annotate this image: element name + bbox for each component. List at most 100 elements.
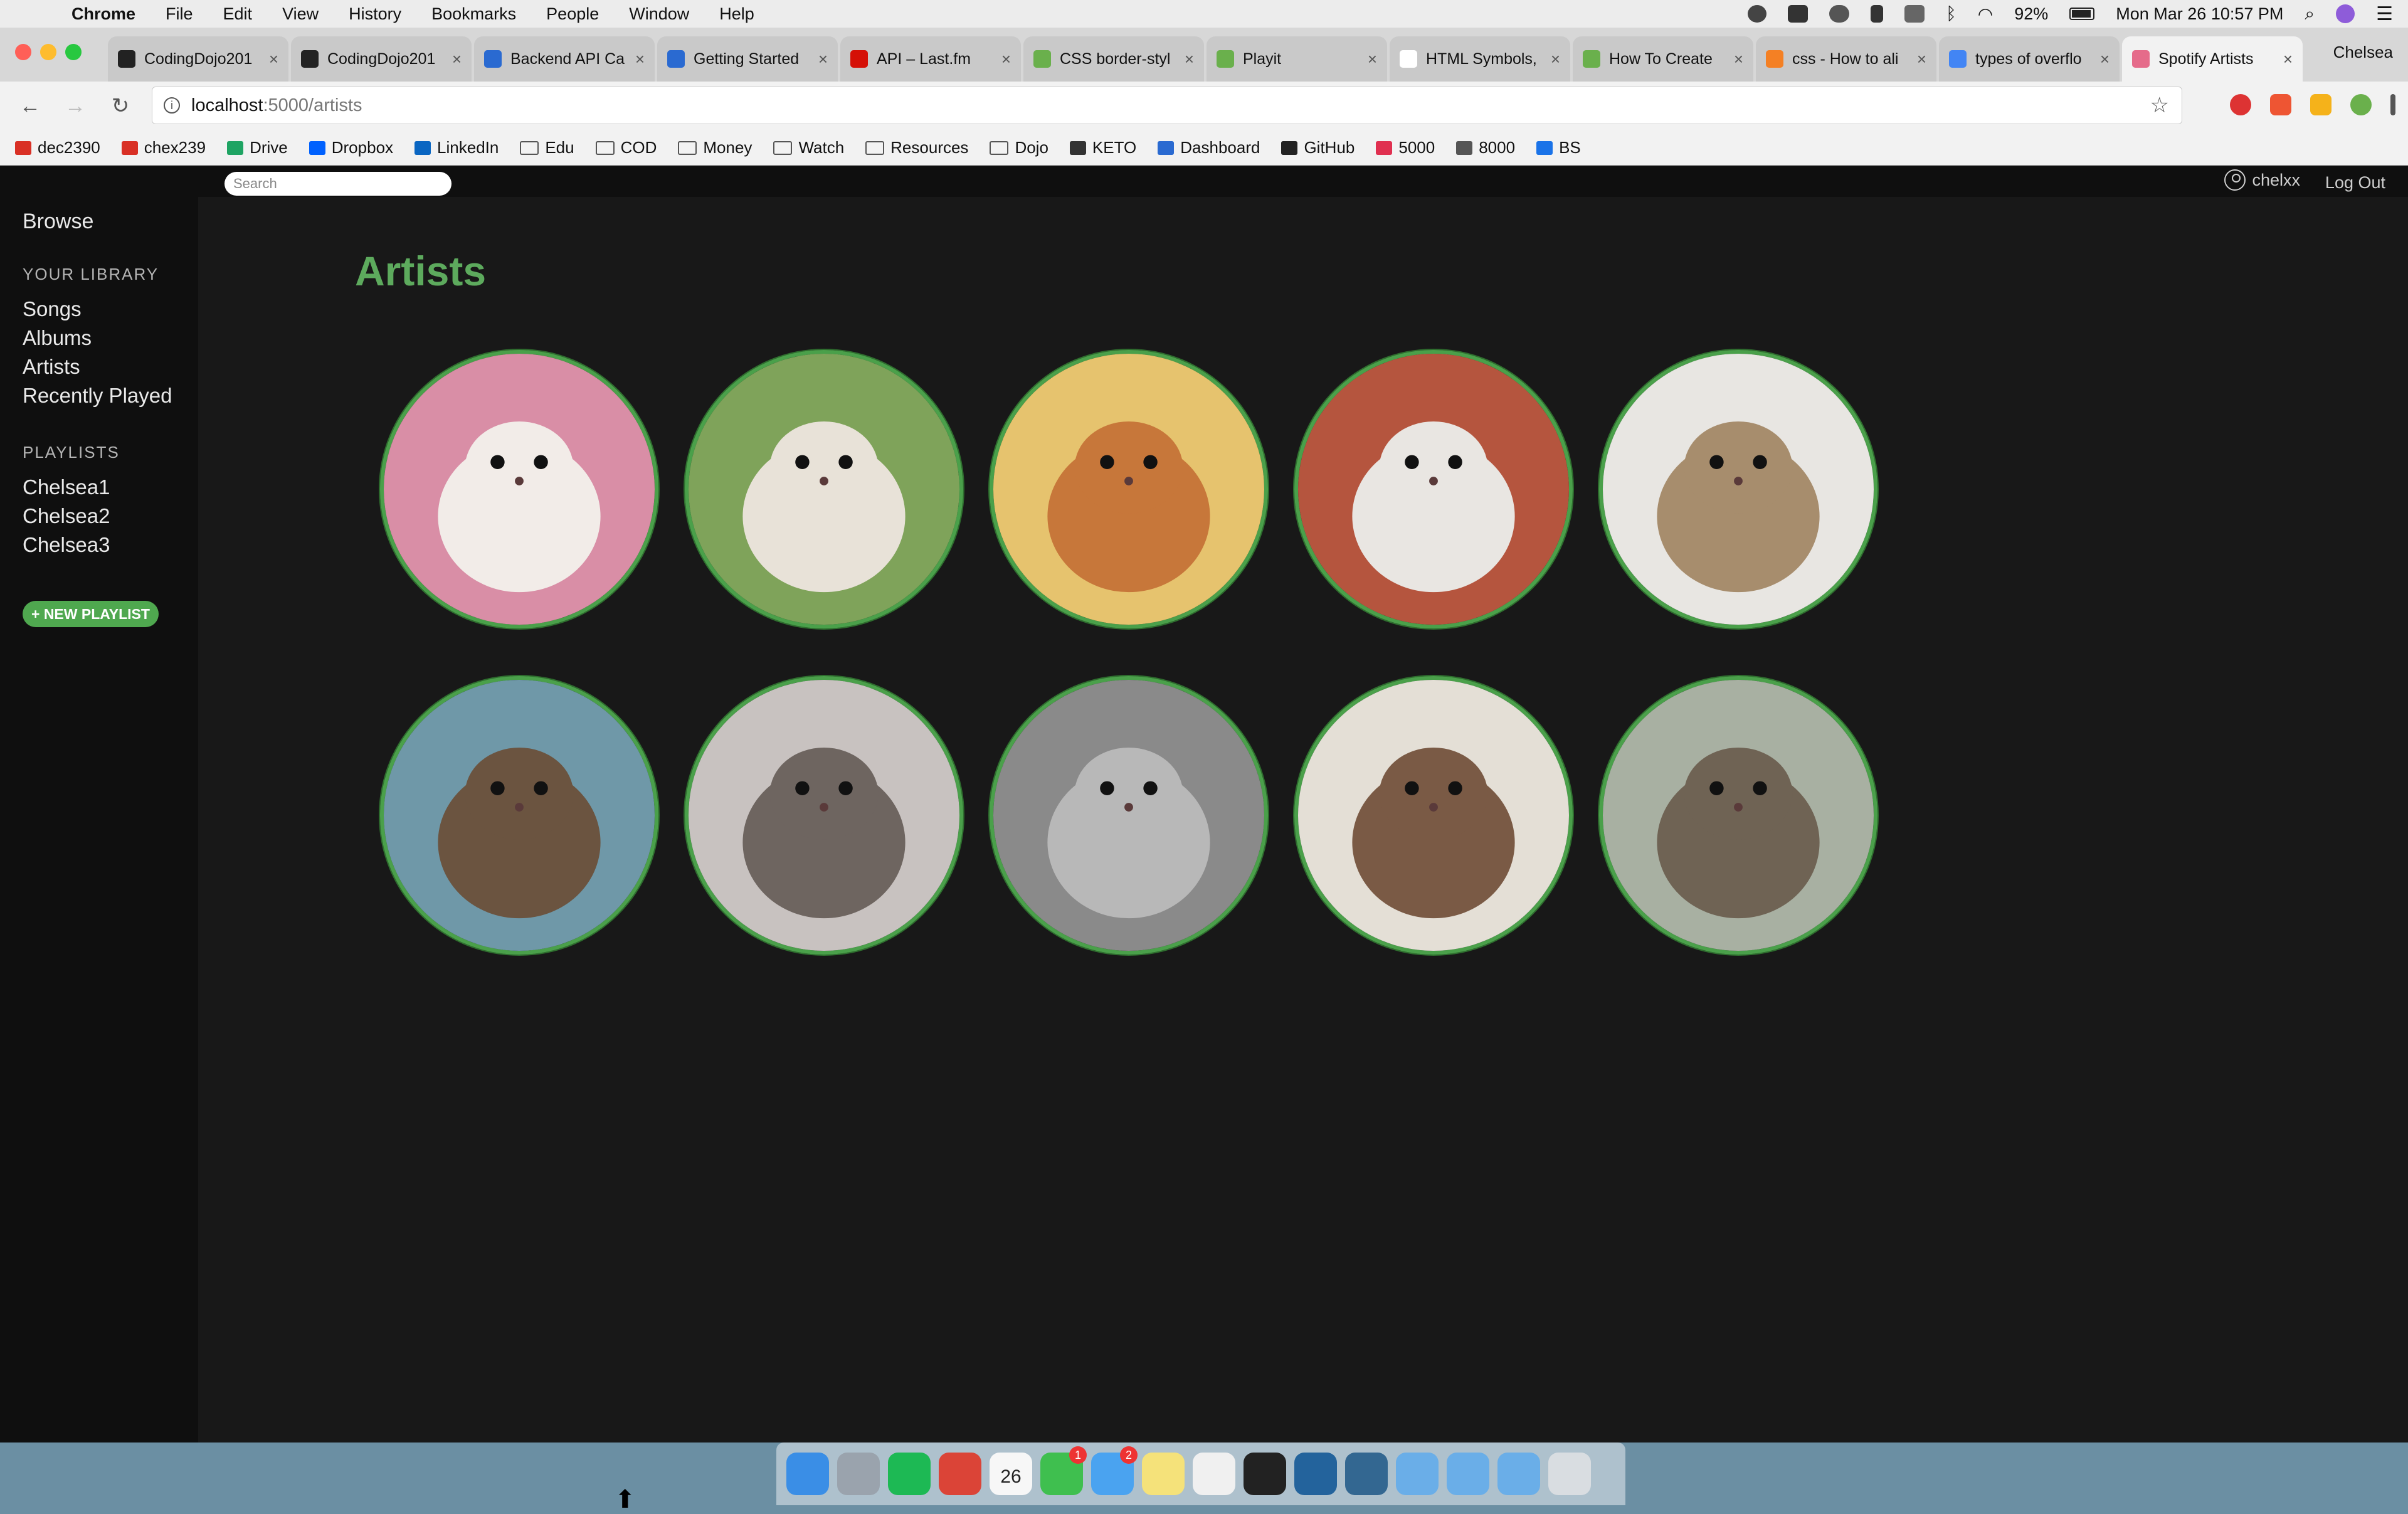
forward-icon[interactable]: → xyxy=(60,94,90,119)
back-icon[interactable]: ← xyxy=(15,94,45,119)
artist-image[interactable] xyxy=(380,350,658,628)
creative-cloud-icon[interactable] xyxy=(1747,5,1766,23)
browser-tab[interactable]: How To Create × xyxy=(1573,36,1753,82)
sidebar-item-recently-played[interactable]: Recently Played xyxy=(23,384,172,408)
trash-icon[interactable] xyxy=(1548,1453,1591,1495)
logout-link[interactable]: Log Out xyxy=(2325,173,2385,193)
menu-item-people[interactable]: People xyxy=(546,4,599,24)
wifi-icon[interactable]: ◠ xyxy=(1978,4,1993,24)
menu-item-view[interactable]: View xyxy=(282,4,319,24)
menu-item-help[interactable]: Help xyxy=(719,4,754,24)
finder-icon[interactable] xyxy=(786,1453,829,1495)
bookmark-cod[interactable]: COD xyxy=(595,138,657,157)
cloud-icon[interactable] xyxy=(1829,5,1849,23)
menu-item-history[interactable]: History xyxy=(349,4,401,24)
facetime-icon[interactable]: 1 xyxy=(1040,1446,1087,1495)
bookmark-dashboard[interactable]: Dashboard xyxy=(1158,138,1260,157)
chrome-menu-icon[interactable] xyxy=(2390,94,2395,115)
bookmark-chex239[interactable]: chex239 xyxy=(121,138,206,157)
bookmark-money[interactable]: Money xyxy=(678,138,752,157)
artist-image[interactable] xyxy=(1294,350,1573,628)
close-tab-icon[interactable]: × xyxy=(269,50,278,69)
bookmark-dojo[interactable]: Dojo xyxy=(990,138,1048,157)
battery-icon[interactable] xyxy=(2069,8,2095,20)
address-bar[interactable]: i localhost:5000/artists ☆ xyxy=(152,87,2182,124)
artist-image[interactable] xyxy=(1599,676,1877,955)
bookmark-8000[interactable]: 8000 xyxy=(1456,138,1515,157)
spotify-icon[interactable] xyxy=(888,1453,931,1495)
bookmark-dropbox[interactable]: Dropbox xyxy=(309,138,393,157)
artist-image[interactable] xyxy=(1599,350,1877,628)
maximize-window-button[interactable] xyxy=(65,44,82,60)
folder-icon[interactable] xyxy=(1447,1453,1489,1495)
artist-image[interactable] xyxy=(990,676,1268,955)
dropbox-icon[interactable] xyxy=(1787,5,1808,23)
extension-video-icon[interactable] xyxy=(2270,94,2291,115)
close-tab-icon[interactable]: × xyxy=(1551,50,1560,69)
close-tab-icon[interactable]: × xyxy=(1185,50,1194,69)
close-tab-icon[interactable]: × xyxy=(1734,50,1743,69)
bluetooth-icon[interactable]: ᛒ xyxy=(1946,4,1956,24)
browser-tab[interactable]: CodingDojo201 × xyxy=(291,36,472,82)
bookmark-dec2390[interactable]: dec2390 xyxy=(15,138,100,157)
sidebar-playlist-chelsea2[interactable]: Chelsea2 xyxy=(23,504,110,528)
chrome-icon[interactable] xyxy=(939,1453,981,1495)
close-tab-icon[interactable]: × xyxy=(635,50,645,69)
terminal-icon[interactable] xyxy=(1244,1453,1286,1495)
notes-icon[interactable] xyxy=(1142,1453,1185,1495)
close-tab-icon[interactable]: × xyxy=(2283,50,2293,69)
extension-honey-icon[interactable] xyxy=(2310,94,2331,115)
bookmark-5000[interactable]: 5000 xyxy=(1376,138,1435,157)
sidebar-playlist-chelsea1[interactable]: Chelsea1 xyxy=(23,475,110,499)
menu-item-edit[interactable]: Edit xyxy=(223,4,253,24)
artist-image[interactable] xyxy=(990,350,1268,628)
close-window-button[interactable] xyxy=(15,44,31,60)
close-tab-icon[interactable]: × xyxy=(1001,50,1011,69)
sidebar-browse[interactable]: Browse xyxy=(23,209,93,234)
bookmark-edu[interactable]: Edu xyxy=(520,138,574,157)
close-tab-icon[interactable]: × xyxy=(2100,50,2110,69)
notification-center-icon[interactable]: ☰ xyxy=(2376,3,2393,25)
bookmark-icon[interactable] xyxy=(1870,5,1883,23)
textedit-icon[interactable] xyxy=(1193,1453,1235,1495)
siri-icon[interactable] xyxy=(2336,4,2355,23)
bookmark-github[interactable]: GitHub xyxy=(1281,138,1354,157)
menu-item-bookmarks[interactable]: Bookmarks xyxy=(431,4,516,24)
close-tab-icon[interactable]: × xyxy=(1917,50,1926,69)
close-tab-icon[interactable]: × xyxy=(818,50,828,69)
menu-item-file[interactable]: File xyxy=(166,4,193,24)
postgres-icon[interactable] xyxy=(1345,1453,1388,1495)
browser-tab[interactable]: Backend API Ca × xyxy=(474,36,655,82)
sidebar-item-artists[interactable]: Artists xyxy=(23,355,80,379)
folder-icon[interactable] xyxy=(1396,1453,1439,1495)
browser-tab[interactable]: CSS border-styl × xyxy=(1023,36,1204,82)
minimize-window-button[interactable] xyxy=(40,44,56,60)
browser-tab[interactable]: CodingDojo201 × xyxy=(108,36,288,82)
browser-tab[interactable]: Getting Started × xyxy=(657,36,838,82)
close-tab-icon[interactable]: × xyxy=(1368,50,1377,69)
reload-icon[interactable]: ↻ xyxy=(105,93,135,119)
bookmark-resources[interactable]: Resources xyxy=(865,138,968,157)
launchpad-icon[interactable] xyxy=(837,1453,880,1495)
sidebar-item-songs[interactable]: Songs xyxy=(23,297,82,321)
calendar-icon[interactable]: 26 xyxy=(990,1453,1032,1495)
sidebar-playlist-chelsea3[interactable]: Chelsea3 xyxy=(23,533,110,557)
search-input[interactable] xyxy=(224,172,452,196)
bookmark-linkedin[interactable]: LinkedIn xyxy=(415,138,499,157)
clock[interactable]: Mon Mar 26 10:57 PM xyxy=(2116,4,2283,24)
bookmark-watch[interactable]: Watch xyxy=(773,138,844,157)
extension-star-icon[interactable] xyxy=(2350,94,2372,115)
bookmark-drive[interactable]: Drive xyxy=(227,138,288,157)
browser-tab[interactable]: types of overflo × xyxy=(1939,36,2120,82)
folder-icon[interactable] xyxy=(1497,1453,1540,1495)
profile-name[interactable]: Chelsea xyxy=(2333,43,2393,62)
artist-image[interactable] xyxy=(685,676,963,955)
new-playlist-button[interactable]: + NEW PLAYLIST xyxy=(23,601,159,627)
close-tab-icon[interactable]: × xyxy=(452,50,462,69)
artist-image[interactable] xyxy=(1294,676,1573,955)
vscode-icon[interactable] xyxy=(1294,1453,1337,1495)
artist-image[interactable] xyxy=(685,350,963,628)
airplay-icon[interactable] xyxy=(1904,5,1925,23)
bookmark-keto[interactable]: KETO xyxy=(1069,138,1136,157)
info-icon[interactable]: i xyxy=(164,97,180,114)
